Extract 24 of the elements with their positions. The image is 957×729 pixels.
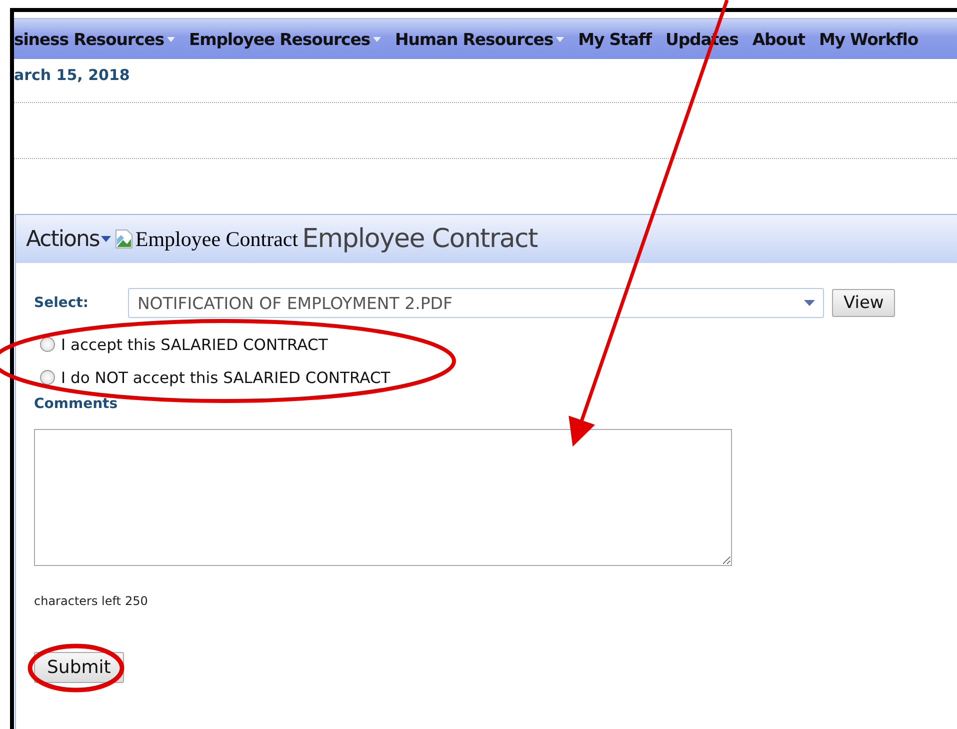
comments-field[interactable] <box>34 429 732 566</box>
nav-menu-item[interactable]: My Workflo <box>818 30 924 48</box>
panel-title: Employee Contract <box>302 224 538 254</box>
nav-menu-item[interactable]: Employee Resources <box>188 30 388 48</box>
characters-left-count: 250 <box>124 594 148 608</box>
caret-icon <box>101 236 112 242</box>
broken-image-icon <box>115 229 134 249</box>
dropdown-icon <box>804 300 816 306</box>
date-text: arch 15, 2018 <box>14 65 131 86</box>
nav-menu-item[interactable]: My Staff <box>578 30 658 48</box>
radio-button[interactable] <box>40 370 55 385</box>
radio-button[interactable] <box>40 337 55 352</box>
image-alt-text: Employee Contract <box>135 226 298 252</box>
radio-label: I accept this SALARIED CONTRACT <box>61 336 328 354</box>
comments-label: Comments <box>34 396 119 412</box>
document-select[interactable]: NOTIFICATION OF EMPLOYMENT 2.PDF <box>128 288 824 318</box>
select-label: Select: <box>34 295 88 311</box>
actions-menu[interactable]: Actions <box>26 226 112 252</box>
nav-menu-item[interactable]: siness Resources <box>14 30 181 48</box>
nav-menu-item[interactable]: About <box>752 30 811 48</box>
characters-left-label: characters left <box>34 594 121 608</box>
nav-menu-item[interactable]: Human Resources <box>395 30 570 48</box>
view-button[interactable]: View <box>832 289 895 317</box>
radio-label: I do NOT accept this SALARIED CONTRACT <box>61 368 390 386</box>
